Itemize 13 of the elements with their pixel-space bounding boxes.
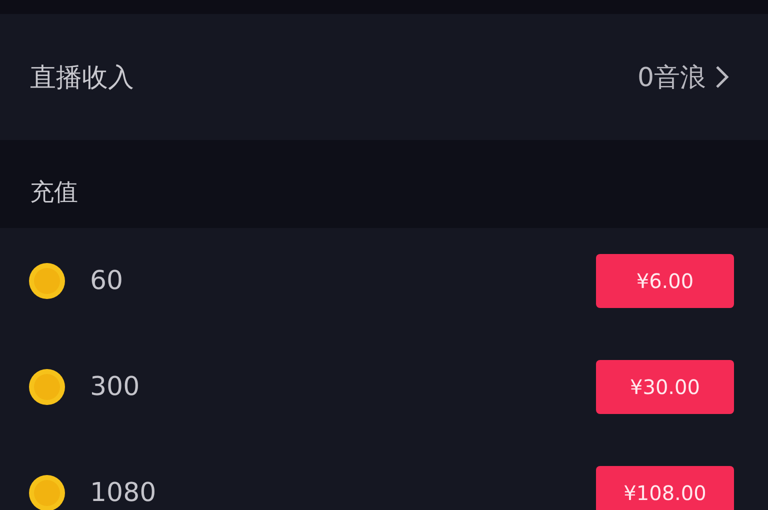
coin-amount: 1080 [90, 478, 158, 508]
price-button[interactable]: ¥6.00 [596, 254, 734, 308]
coin-amount: 60 [90, 266, 124, 296]
coin-icon [28, 474, 66, 510]
coin-icon [28, 262, 66, 300]
income-value[interactable]: 0音浪 [637, 60, 706, 94]
chevron-icon[interactable] [714, 64, 730, 90]
income-label: 直播收入 [30, 62, 134, 94]
price-button[interactable]: ¥30.00 [596, 360, 734, 414]
price-button[interactable]: ¥108.00 [596, 466, 734, 510]
coin-icon [28, 368, 66, 406]
coin-amount: 300 [90, 372, 141, 402]
section-title: 充值 [30, 177, 78, 208]
